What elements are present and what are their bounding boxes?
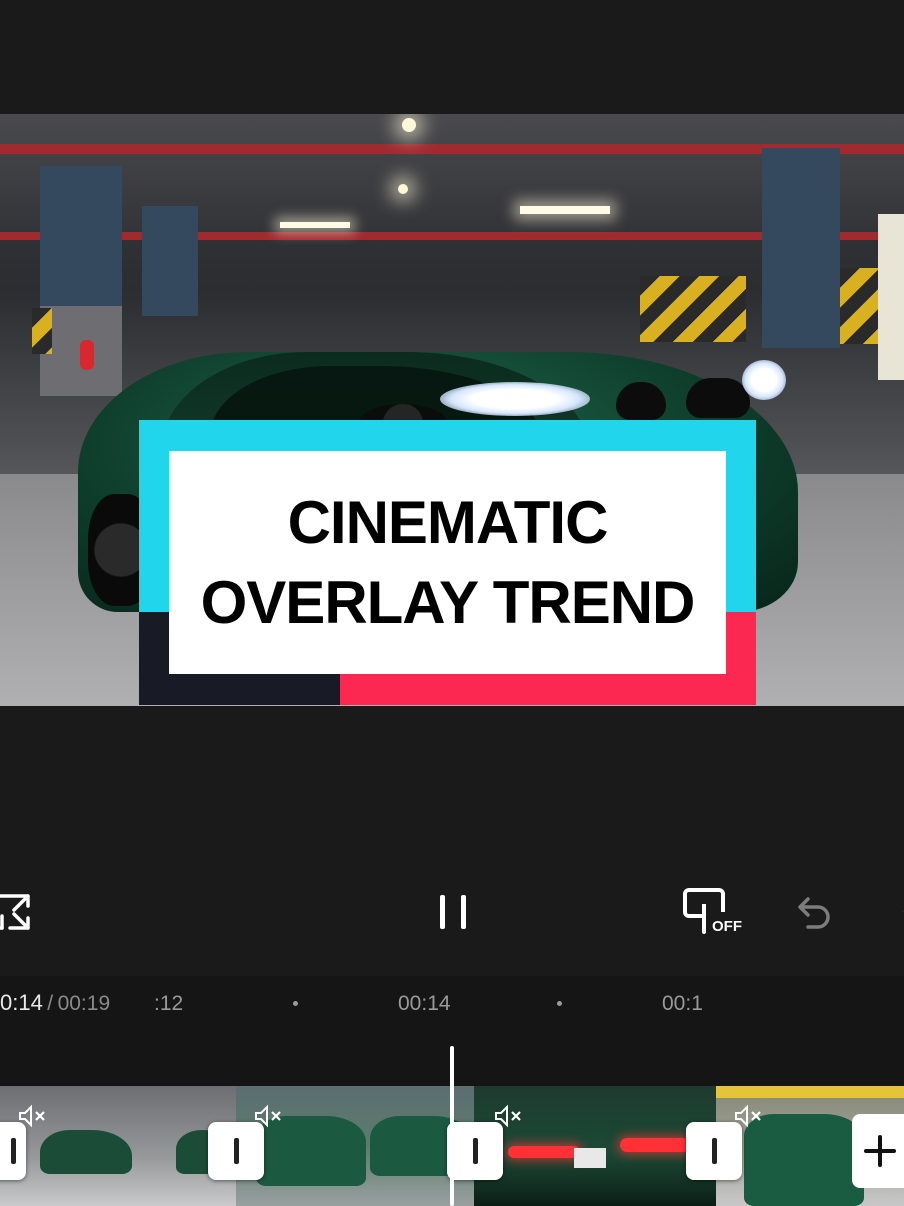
transition-handle[interactable] <box>447 1122 503 1180</box>
redo-button[interactable] <box>884 888 904 934</box>
clip-thumbnail-plate <box>574 1148 606 1168</box>
car-grille <box>616 382 666 420</box>
time-separator: / <box>47 992 54 1015</box>
pause-button[interactable] <box>428 886 476 936</box>
keyframe-off-label: OFF <box>712 918 742 935</box>
car-grille <box>686 378 750 418</box>
ruler-dot <box>557 1001 562 1006</box>
pause-icon <box>440 895 466 929</box>
hazard-stripes <box>840 268 878 344</box>
undo-icon <box>798 897 830 929</box>
timeline-clip[interactable] <box>236 1086 474 1206</box>
car-headlight <box>440 382 590 416</box>
overlay-title-card[interactable]: CINEMATIC OVERLAY TREND <box>169 451 726 674</box>
pillar <box>142 206 198 316</box>
transition-handle[interactable] <box>208 1122 264 1180</box>
pillar <box>40 166 122 306</box>
clip-thumbnail-taillight <box>508 1146 580 1158</box>
fullscreen-button[interactable] <box>0 890 32 934</box>
ceiling-light <box>520 206 610 214</box>
hazard-stripes <box>640 276 746 342</box>
editor-toolbar: OFF <box>0 868 904 976</box>
ceiling-light <box>280 222 350 228</box>
transition-handle[interactable] <box>0 1122 26 1180</box>
hazard-stripes <box>32 308 52 354</box>
ruler-label: :12 <box>154 992 184 1015</box>
ceiling-light <box>402 118 416 132</box>
ruler-dot <box>293 1001 298 1006</box>
fullscreen-icon <box>0 894 30 930</box>
current-time: 0:14 <box>0 990 43 1015</box>
clip-thumbnail-car <box>40 1130 132 1174</box>
add-clip-button[interactable] <box>852 1114 904 1188</box>
transition-handle[interactable] <box>686 1122 742 1180</box>
transition-handle-bar <box>711 1138 717 1164</box>
timeline-clip[interactable] <box>474 1086 716 1206</box>
car-taillight <box>80 340 94 370</box>
overlay-title-line-2: OVERLAY TREND <box>200 568 696 636</box>
playhead[interactable] <box>450 1046 454 1206</box>
transition-handle-bar <box>10 1138 16 1164</box>
pillar <box>762 148 840 348</box>
timeline-clip[interactable] <box>0 1086 236 1206</box>
ceiling-light <box>398 184 408 194</box>
plus-icon <box>864 1135 896 1167</box>
clip-thumbnail-taillight <box>620 1138 690 1152</box>
overlay-title-line-1: CINEMATIC <box>287 488 609 556</box>
ruler-label: 00:14 <box>398 992 451 1015</box>
transition-handle-bar <box>472 1138 478 1164</box>
undo-button[interactable] <box>792 888 836 934</box>
ruler-label: 00:1 <box>662 992 703 1015</box>
total-time: 00:19 <box>57 992 111 1015</box>
wall-panel <box>878 214 904 380</box>
transition-handle-bar <box>233 1138 239 1164</box>
car-headlight <box>742 360 786 400</box>
keyframe-toggle-button[interactable]: OFF <box>680 884 744 942</box>
time-readout: 0:14 / 00:19 <box>0 990 110 1016</box>
